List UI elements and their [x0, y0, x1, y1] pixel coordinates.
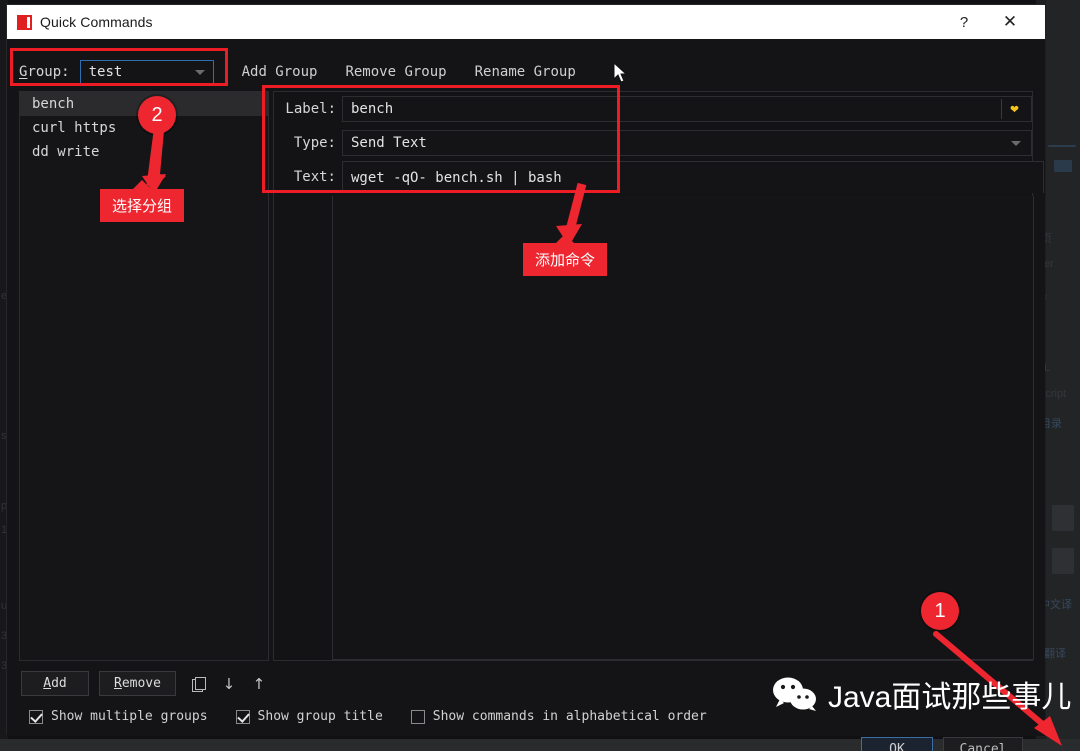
ok-button[interactable]: OK: [861, 737, 933, 751]
type-select-value: Send Text: [351, 135, 427, 151]
option-show-group-title[interactable]: Show group title: [236, 709, 383, 724]
command-form: Label: bench ❤ Type: Send Text: [273, 91, 1033, 661]
group-toolbar: Group: test Add Group Remove Group Renam…: [19, 59, 576, 85]
screen: × 页 ter L Script 目录 中文译 翻译 e s p 1 u 3 3…: [0, 0, 1080, 751]
options-row: Show multiple groups Show group title Sh…: [29, 709, 735, 724]
group-select-value: test: [89, 64, 123, 80]
type-field-row: Type: Send Text: [274, 130, 1032, 156]
titlebar-buttons: ? ✕: [941, 5, 1045, 39]
text-field-label: Text:: [274, 169, 336, 185]
checkbox-icon[interactable]: [29, 710, 43, 724]
text-input-value: wget -qO- bench.sh | bash: [351, 170, 562, 186]
app-icon: [17, 15, 32, 30]
background-chip: [1054, 160, 1072, 172]
label-input[interactable]: bench ❤: [342, 96, 1032, 122]
cancel-button[interactable]: Cancel: [943, 737, 1023, 751]
dialog-title: Quick Commands: [40, 14, 153, 30]
duplicate-button[interactable]: [186, 672, 212, 696]
group-select[interactable]: test: [80, 60, 214, 84]
type-select[interactable]: Send Text: [342, 130, 1032, 156]
option-show-multiple-groups[interactable]: Show multiple groups: [29, 709, 208, 724]
label-input-value: bench: [351, 101, 393, 117]
label-field-label: Label:: [274, 101, 336, 117]
footer-buttons: OK Cancel: [851, 737, 1023, 751]
list-item[interactable]: dd write: [20, 140, 268, 164]
background-chip: [1048, 145, 1076, 147]
move-up-button[interactable]: ↑: [246, 672, 272, 696]
type-field-label: Type:: [274, 135, 336, 151]
label-field-row: Label: bench ❤: [274, 96, 1032, 122]
list-toolbar: Add Remove ↓ ↑: [21, 671, 276, 696]
dialog-body: Group: test Add Group Remove Group Renam…: [7, 39, 1045, 736]
group-label: Group:: [19, 64, 70, 80]
annotation-tag-add-command: 添加命令: [523, 243, 607, 276]
remove-button[interactable]: Remove: [99, 671, 176, 696]
text-input[interactable]: wget -qO- bench.sh | bash: [342, 161, 1044, 193]
favorite-button[interactable]: ❤: [1001, 99, 1027, 119]
background-chip: [1052, 505, 1074, 531]
rename-group-button[interactable]: Rename Group: [475, 64, 576, 80]
option-label: Show multiple groups: [51, 709, 208, 724]
checkbox-icon[interactable]: [236, 710, 250, 724]
close-button[interactable]: ✕: [987, 5, 1033, 39]
option-label: Show commands in alphabetical order: [433, 709, 707, 724]
heart-icon: ❤: [1010, 102, 1018, 116]
annotation-tag-select-group: 选择分组: [100, 189, 184, 222]
move-down-button[interactable]: ↓: [216, 672, 242, 696]
help-button[interactable]: ?: [941, 5, 987, 39]
dialog-titlebar[interactable]: Quick Commands ? ✕: [7, 5, 1045, 39]
chevron-down-icon: [195, 70, 205, 75]
remove-group-button[interactable]: Remove Group: [345, 64, 446, 80]
checkbox-icon[interactable]: [411, 710, 425, 724]
option-show-alphabetical[interactable]: Show commands in alphabetical order: [411, 709, 707, 724]
text-input-body[interactable]: [332, 196, 1034, 660]
background-ghost-text: 翻译: [1044, 645, 1066, 661]
add-group-button[interactable]: Add Group: [242, 64, 318, 80]
option-label: Show group title: [258, 709, 383, 724]
add-button[interactable]: Add: [21, 671, 89, 696]
background-right-panel-inner: [1046, 0, 1080, 751]
annotation-badge-2: 2: [138, 96, 176, 134]
text-field-row: Text: wget -qO- bench.sh | bash: [274, 164, 1044, 190]
command-list[interactable]: bench curl https dd write: [19, 91, 269, 661]
background-chip: [1052, 548, 1074, 574]
copy-icon: [192, 677, 205, 690]
annotation-badge-1: 1: [921, 592, 959, 630]
chevron-down-icon: [1011, 141, 1021, 146]
